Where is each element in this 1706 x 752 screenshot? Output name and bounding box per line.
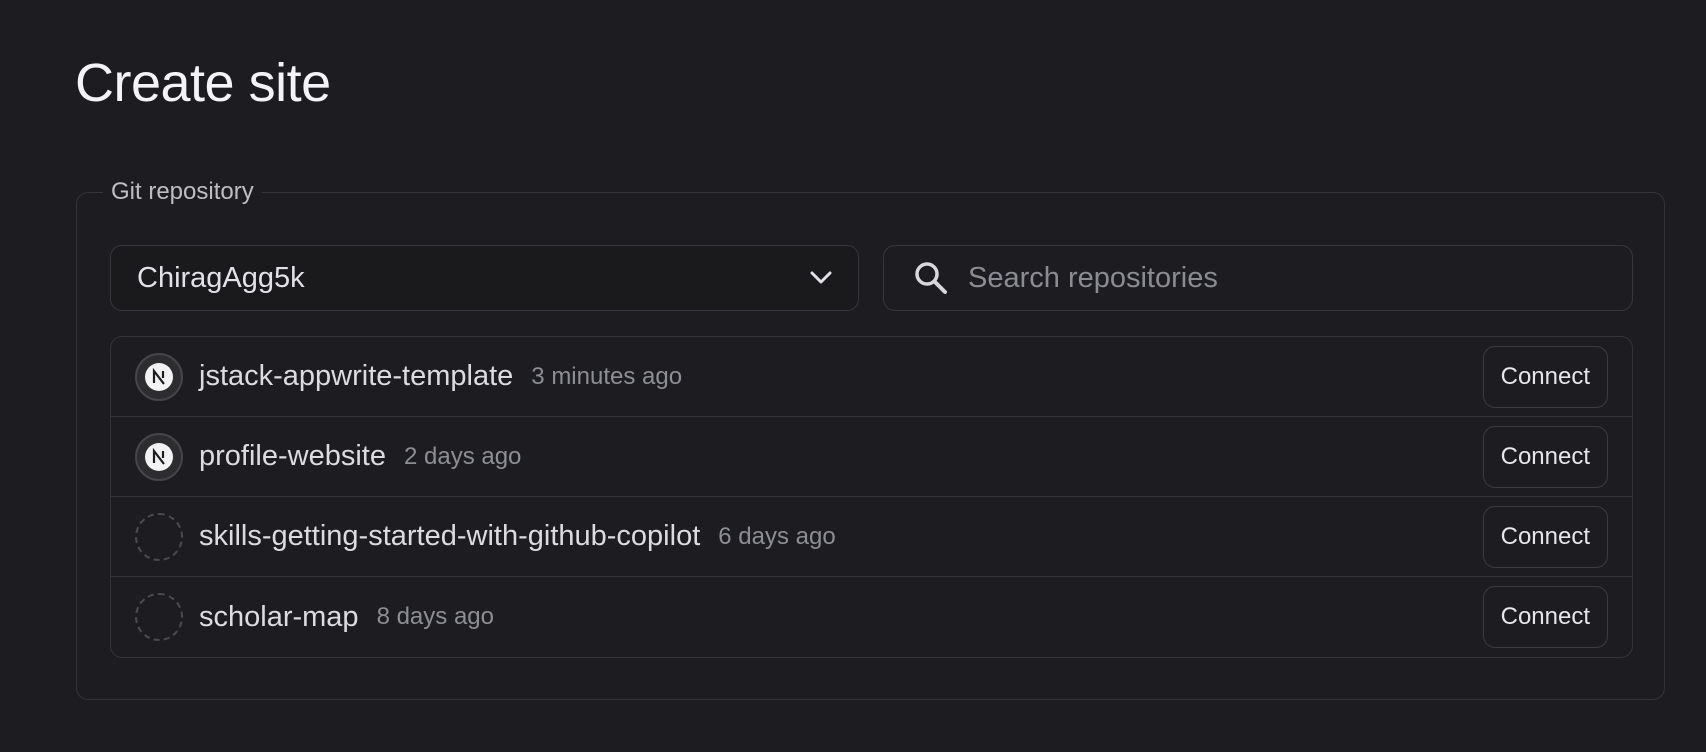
repository-name: scholar-map — [199, 600, 359, 633]
repository-row: scholar-map 8 days ago Connect — [111, 577, 1632, 657]
repository-updated: 2 days ago — [403, 442, 522, 470]
connect-button[interactable]: Connect — [1482, 586, 1608, 648]
section-legend: Git repository — [103, 178, 262, 206]
repository-row: skills-getting-started-with-github-copil… — [111, 497, 1632, 577]
repository-updated: 8 days ago — [376, 603, 494, 630]
connect-button[interactable]: Connect — [1482, 505, 1608, 568]
git-repository-section: Git repository ChiragAgg5k Search reposi… — [76, 178, 1665, 700]
repository-updated: 6 days ago — [718, 522, 836, 550]
nextjs-icon — [135, 432, 183, 481]
repository-updated: 3 minutes ago — [531, 362, 683, 390]
repository-name: skills-getting-started-with-github-copil… — [199, 520, 701, 552]
search-repositories-field[interactable] — [883, 245, 1633, 311]
connect-button[interactable]: Connect — [1482, 345, 1608, 408]
placeholder-icon — [135, 512, 183, 561]
create-site-page: Create site Git repository ChiragAgg5k S… — [0, 0, 1706, 752]
repository-name: jstack-appwrite-template — [199, 360, 514, 392]
placeholder-icon — [135, 593, 183, 641]
repository-name: profile-website — [199, 440, 386, 472]
search-input[interactable] — [968, 246, 1602, 310]
connect-button[interactable]: Connect — [1482, 425, 1608, 488]
repository-list: jstack-appwrite-template 3 minutes ago C… — [110, 336, 1633, 658]
repository-row: jstack-appwrite-template 3 minutes ago C… — [111, 337, 1632, 417]
search-icon — [915, 262, 947, 294]
repository-row: profile-website 2 days ago Connect — [111, 417, 1632, 497]
page-title: Create site — [75, 53, 331, 113]
chevron-down-icon — [810, 271, 832, 284]
account-select-value: ChiragAgg5k — [137, 261, 305, 294]
nextjs-icon — [135, 352, 183, 401]
account-select[interactable]: ChiragAgg5k — [110, 245, 859, 311]
